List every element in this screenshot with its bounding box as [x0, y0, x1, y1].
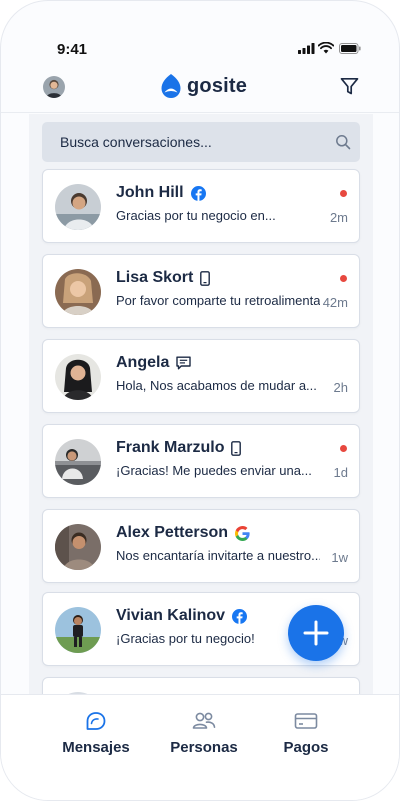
signal-icon — [298, 43, 315, 54]
unread-indicator — [340, 445, 347, 452]
nav-tab-mensajes[interactable]: Mensajes — [41, 709, 151, 756]
google-icon — [235, 525, 250, 541]
conversation-card[interactable]: Alex Petterson Nos encantaría invitarte … — [42, 509, 360, 583]
message-preview: Nos encantaría invitarte a nuestro... — [116, 548, 320, 563]
message-preview: Gracias por tu negocio en... — [116, 208, 276, 223]
search-icon[interactable] — [335, 134, 351, 150]
message-preview: Hola, Nos acabamos de mudar a... — [116, 378, 317, 393]
bottom-navigation: Mensajes Personas Pagos — [1, 694, 399, 800]
filter-icon[interactable] — [340, 77, 359, 96]
battery-icon — [339, 43, 361, 54]
nav-tab-pagos[interactable]: Pagos — [251, 709, 361, 756]
phone-icon — [200, 270, 211, 286]
contact-name: Vivian Kalinov — [116, 607, 226, 624]
contact-avatar — [55, 524, 101, 570]
nav-label: Personas — [170, 739, 238, 756]
contact-avatar — [55, 439, 101, 485]
conversation-card[interactable]: Angela Hola, Nos acabamos de mudar a... … — [42, 339, 360, 413]
phone-icon — [231, 440, 242, 456]
contact-name: Alex Petterson — [116, 524, 229, 541]
status-time: 9:41 — [57, 41, 88, 58]
conversation-card[interactable] — [42, 677, 360, 694]
contact-avatar — [55, 269, 101, 315]
gosite-logo-icon — [161, 74, 181, 98]
contact-avatar — [55, 607, 101, 653]
message-time: 1d — [333, 465, 348, 480]
facebook-icon — [232, 608, 248, 624]
conversation-card[interactable]: Lisa Skort Por favor comparte tu retroal… — [42, 254, 360, 328]
facebook-icon — [190, 185, 206, 201]
unread-indicator — [340, 275, 347, 282]
contact-avatar — [55, 184, 101, 230]
people-icon — [192, 712, 216, 729]
chat-icon — [176, 356, 192, 370]
message-time: 2m — [329, 210, 348, 225]
new-conversation-button[interactable] — [288, 605, 344, 661]
conversation-card[interactable]: Frank Marzulo ¡Gracias! Me puedes enviar… — [42, 424, 360, 498]
contact-name: Lisa Skort — [116, 269, 194, 286]
nav-label: Mensajes — [62, 739, 130, 756]
wifi-icon — [318, 42, 334, 54]
conversation-card[interactable]: John Hill Gracias por tu negocio en... 2… — [42, 169, 360, 243]
phone-frame: 9:41 gosite Busca conversaciones... John… — [0, 0, 400, 801]
message-preview: ¡Gracias! Me puedes enviar una... — [116, 463, 312, 478]
app-header: gosite — [1, 69, 399, 113]
brand-name: gosite — [187, 74, 248, 97]
nav-label: Pagos — [283, 739, 329, 756]
card-icon — [294, 713, 318, 729]
message-time: 42m — [322, 295, 348, 310]
message-time: 2h — [333, 380, 348, 395]
contact-name: Frank Marzulo — [116, 439, 225, 456]
nav-tab-personas[interactable]: Personas — [149, 709, 259, 756]
unread-indicator — [340, 190, 347, 197]
contact-name: John Hill — [116, 184, 184, 201]
message-preview: Por favor comparte tu retroalimentación — [116, 293, 320, 308]
messages-icon — [86, 712, 106, 730]
message-time: 1w — [331, 550, 348, 565]
contact-name: Angela — [116, 354, 170, 371]
plus-icon — [303, 620, 329, 646]
brand-logo: gosite — [160, 73, 247, 99]
status-bar: 9:41 — [1, 39, 399, 61]
profile-avatar[interactable] — [43, 76, 65, 98]
search-bar — [42, 122, 360, 162]
contact-avatar — [55, 354, 101, 400]
search-input[interactable] — [42, 122, 360, 162]
